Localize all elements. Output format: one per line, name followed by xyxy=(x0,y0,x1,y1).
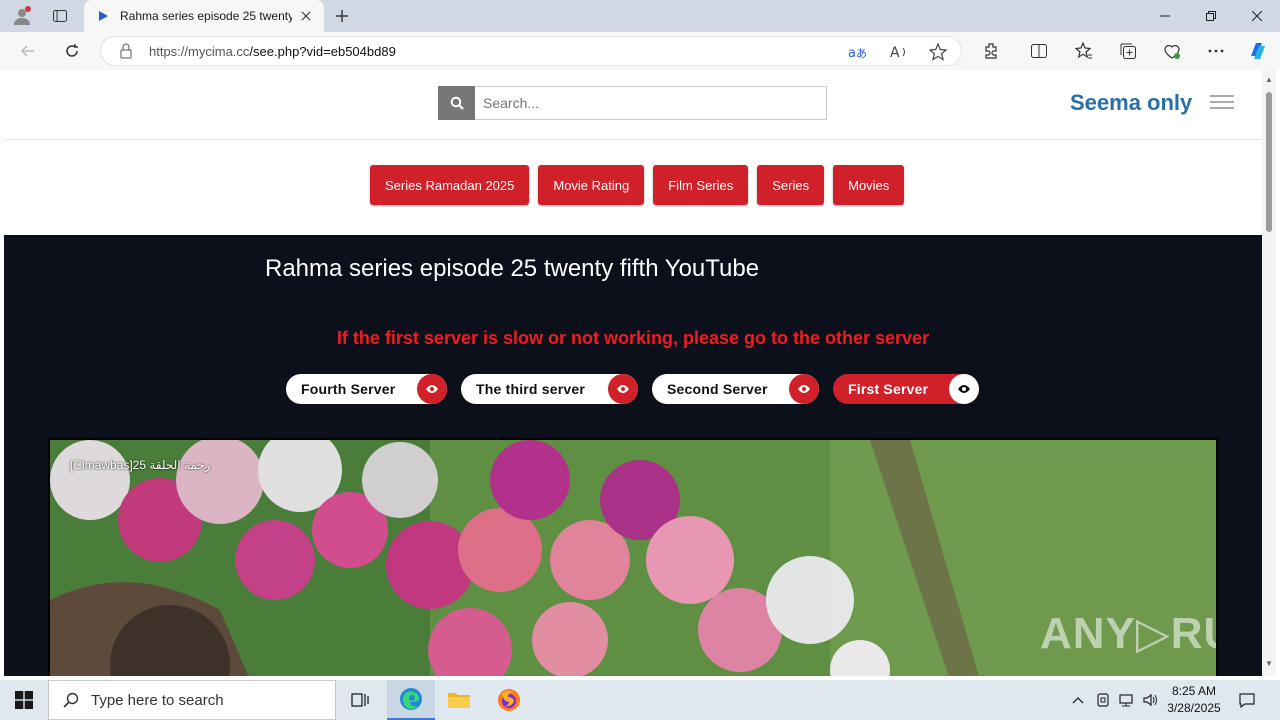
anyrun-watermark: ANY▷RUN xyxy=(1040,609,1216,658)
browser-tab-bar: Rahma series episode 25 twenty f xyxy=(0,0,1280,32)
device-icon[interactable] xyxy=(1093,690,1113,710)
nav-movies[interactable]: Movies xyxy=(833,165,905,205)
eye-icon xyxy=(417,374,447,404)
split-screen-icon[interactable] xyxy=(1027,39,1051,63)
lock-icon[interactable] xyxy=(119,43,135,59)
site-brand[interactable]: Seema only xyxy=(1070,90,1192,116)
nav-series[interactable]: Series xyxy=(757,165,825,205)
back-icon[interactable] xyxy=(15,38,41,64)
file-explorer-icon[interactable] xyxy=(435,680,483,720)
svg-text:A: A xyxy=(890,45,900,60)
more-menu-icon[interactable] xyxy=(1204,39,1228,63)
url-text: https://mycima.cc/see.php?vid=eb504bd89 xyxy=(149,44,396,59)
eye-icon xyxy=(949,374,979,404)
tab-actions-icon[interactable] xyxy=(48,4,72,28)
taskbar-search-placeholder: Type here to search xyxy=(91,691,224,709)
play-favicon-icon xyxy=(96,9,110,23)
clock-date: 3/28/2025 xyxy=(1167,701,1221,715)
watch-section: Rahma series episode 25 twenty fifth You… xyxy=(4,235,1262,676)
task-view-icon[interactable] xyxy=(336,680,384,720)
close-tab-icon[interactable] xyxy=(298,8,314,24)
server-label: First Server xyxy=(848,381,929,397)
favorites-icon[interactable] xyxy=(1072,39,1096,63)
volume-icon[interactable] xyxy=(1140,690,1160,710)
episode-title: Rahma series episode 25 twenty fifth You… xyxy=(265,255,760,282)
notifications-icon[interactable] xyxy=(1237,690,1257,710)
video-label: [Cimawbas]25 رحمة الحلقة xyxy=(70,458,211,472)
category-nav: Series Ramadan 2025 Movie Rating Film Se… xyxy=(62,146,1204,232)
network-icon[interactable] xyxy=(1116,690,1136,710)
server-label: Second Server xyxy=(667,381,768,397)
tab-title: Rahma series episode 25 twenty f xyxy=(120,9,292,23)
firefox-icon[interactable] xyxy=(485,680,533,720)
windows-taskbar: Type here to search 8:25 AM 3/28/2025 xyxy=(0,680,1280,720)
browser-essentials-icon[interactable] xyxy=(1160,39,1184,63)
new-tab-icon[interactable] xyxy=(330,4,354,28)
windows-start-icon[interactable] xyxy=(0,680,48,720)
nav-series-ramadan[interactable]: Series Ramadan 2025 xyxy=(370,165,530,205)
server-list: Fourth Server The third server Second Se… xyxy=(286,374,979,404)
search-icon xyxy=(450,96,464,110)
address-toolbar: https://mycima.cc/see.php?vid=eb504bd89 … xyxy=(0,32,1280,70)
collections-icon[interactable] xyxy=(1116,39,1140,63)
clock-time: 8:25 AM xyxy=(1171,684,1217,698)
taskbar-clock[interactable]: 8:25 AM 3/28/2025 xyxy=(1160,683,1228,717)
taskbar-search[interactable]: Type here to search xyxy=(48,680,336,720)
server-button-second[interactable]: Second Server xyxy=(652,374,819,404)
svg-text:a: a xyxy=(848,46,856,60)
edge-taskbar-icon[interactable] xyxy=(387,680,435,720)
minimize-icon[interactable] xyxy=(1142,0,1188,32)
search-input[interactable] xyxy=(475,86,827,120)
close-window-icon[interactable] xyxy=(1234,0,1280,32)
profile-icon[interactable] xyxy=(10,4,34,28)
svg-text:あ: あ xyxy=(856,47,866,60)
server-label: Fourth Server xyxy=(301,381,396,397)
eye-icon xyxy=(608,374,638,404)
favorite-star-icon[interactable] xyxy=(928,42,948,62)
server-button-first[interactable]: First Server xyxy=(833,374,979,404)
tab-active[interactable]: Rahma series episode 25 twenty f xyxy=(84,0,324,32)
translate-icon[interactable]: aあ xyxy=(847,42,867,62)
hamburger-menu-icon[interactable] xyxy=(1210,95,1234,111)
search-button[interactable] xyxy=(438,86,475,120)
restore-icon[interactable] xyxy=(1188,0,1234,32)
tray-chevron-up-icon[interactable] xyxy=(1068,690,1088,710)
refresh-icon[interactable] xyxy=(59,38,85,64)
site-search xyxy=(438,86,827,120)
read-aloud-icon[interactable]: A xyxy=(889,42,909,62)
extensions-icon[interactable] xyxy=(979,39,1003,63)
video-player[interactable]: [Cimawbas]25 رحمة الحلقة ANY▷RUN xyxy=(48,438,1218,676)
page-scrollbar[interactable]: ▲ ▼ xyxy=(1262,70,1276,676)
copilot-icon[interactable] xyxy=(1246,39,1270,63)
eye-icon xyxy=(789,374,819,404)
site-header: Seema only xyxy=(4,70,1262,140)
search-icon xyxy=(63,692,79,708)
scroll-down-arrow-icon[interactable]: ▼ xyxy=(1265,660,1273,668)
nav-movie-rating[interactable]: Movie Rating xyxy=(538,165,645,205)
scroll-up-arrow-icon[interactable]: ▲ xyxy=(1265,76,1273,84)
server-button-fourth[interactable]: Fourth Server xyxy=(286,374,447,404)
nav-film-series[interactable]: Film Series xyxy=(653,165,749,205)
scroll-thumb[interactable] xyxy=(1266,92,1272,232)
server-warning: If the first server is slow or not worki… xyxy=(336,328,930,348)
url-bar[interactable]: https://mycima.cc/see.php?vid=eb504bd89 … xyxy=(100,36,962,66)
page-viewport: Seema only Series Ramadan 2025 Movie Rat… xyxy=(4,70,1262,676)
server-label: The third server xyxy=(476,381,586,397)
server-button-third[interactable]: The third server xyxy=(461,374,638,404)
